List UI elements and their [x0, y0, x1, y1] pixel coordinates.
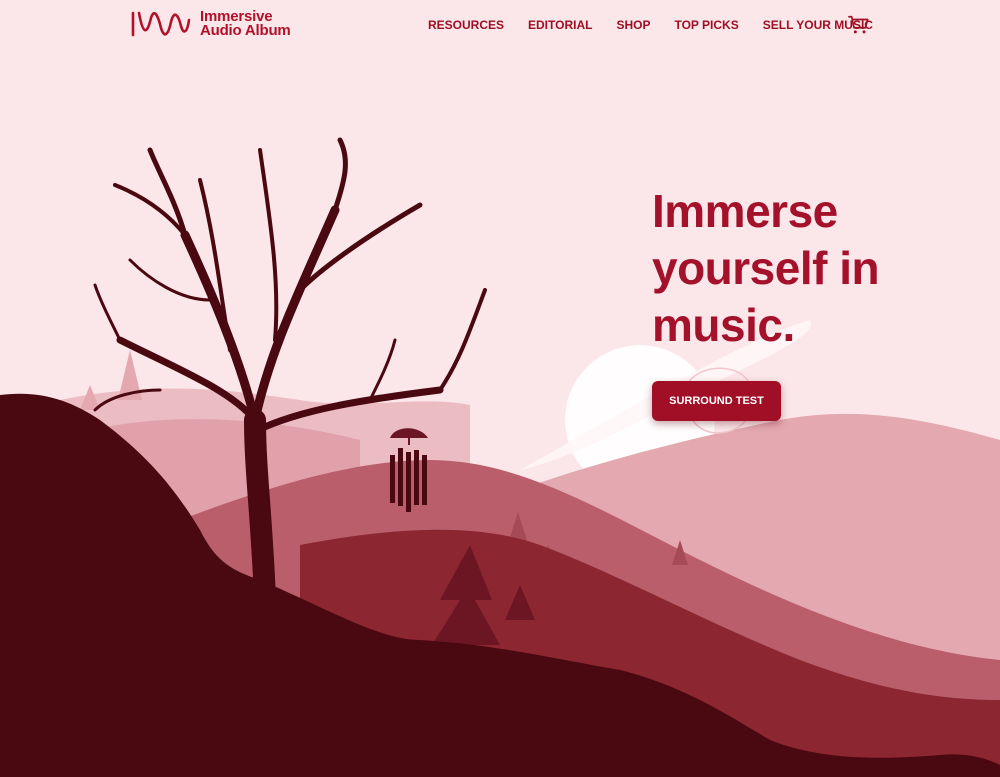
hero-illustration — [0, 137, 1000, 777]
cart-icon[interactable] — [848, 14, 870, 36]
brand-name: Immersive Audio Album — [200, 9, 291, 39]
hero-title-line3: music. — [652, 299, 795, 351]
nav-resources[interactable]: RESOURCES — [428, 18, 504, 32]
main-nav: RESOURCES EDITORIAL SHOP TOP PICKS SELL … — [428, 18, 897, 32]
brand-name-line2: Audio Album — [200, 22, 291, 39]
hero-title-line2: yourself in — [652, 242, 880, 294]
hero-title: Immerse yourself in music. — [652, 183, 952, 354]
nav-top-picks[interactable]: TOP PICKS — [674, 18, 738, 32]
surround-test-button[interactable]: SURROUND TEST — [652, 381, 781, 421]
hero-title-line1: Immerse — [652, 185, 838, 237]
nav-editorial[interactable]: EDITORIAL — [528, 18, 592, 32]
nav-shop[interactable]: SHOP — [616, 18, 650, 32]
wave-logo-icon — [131, 11, 191, 37]
brand-logo[interactable]: Immersive Audio Album — [131, 9, 291, 39]
top-navigation-bar: Immersive Audio Album RESOURCES EDITORIA… — [0, 0, 1000, 52]
